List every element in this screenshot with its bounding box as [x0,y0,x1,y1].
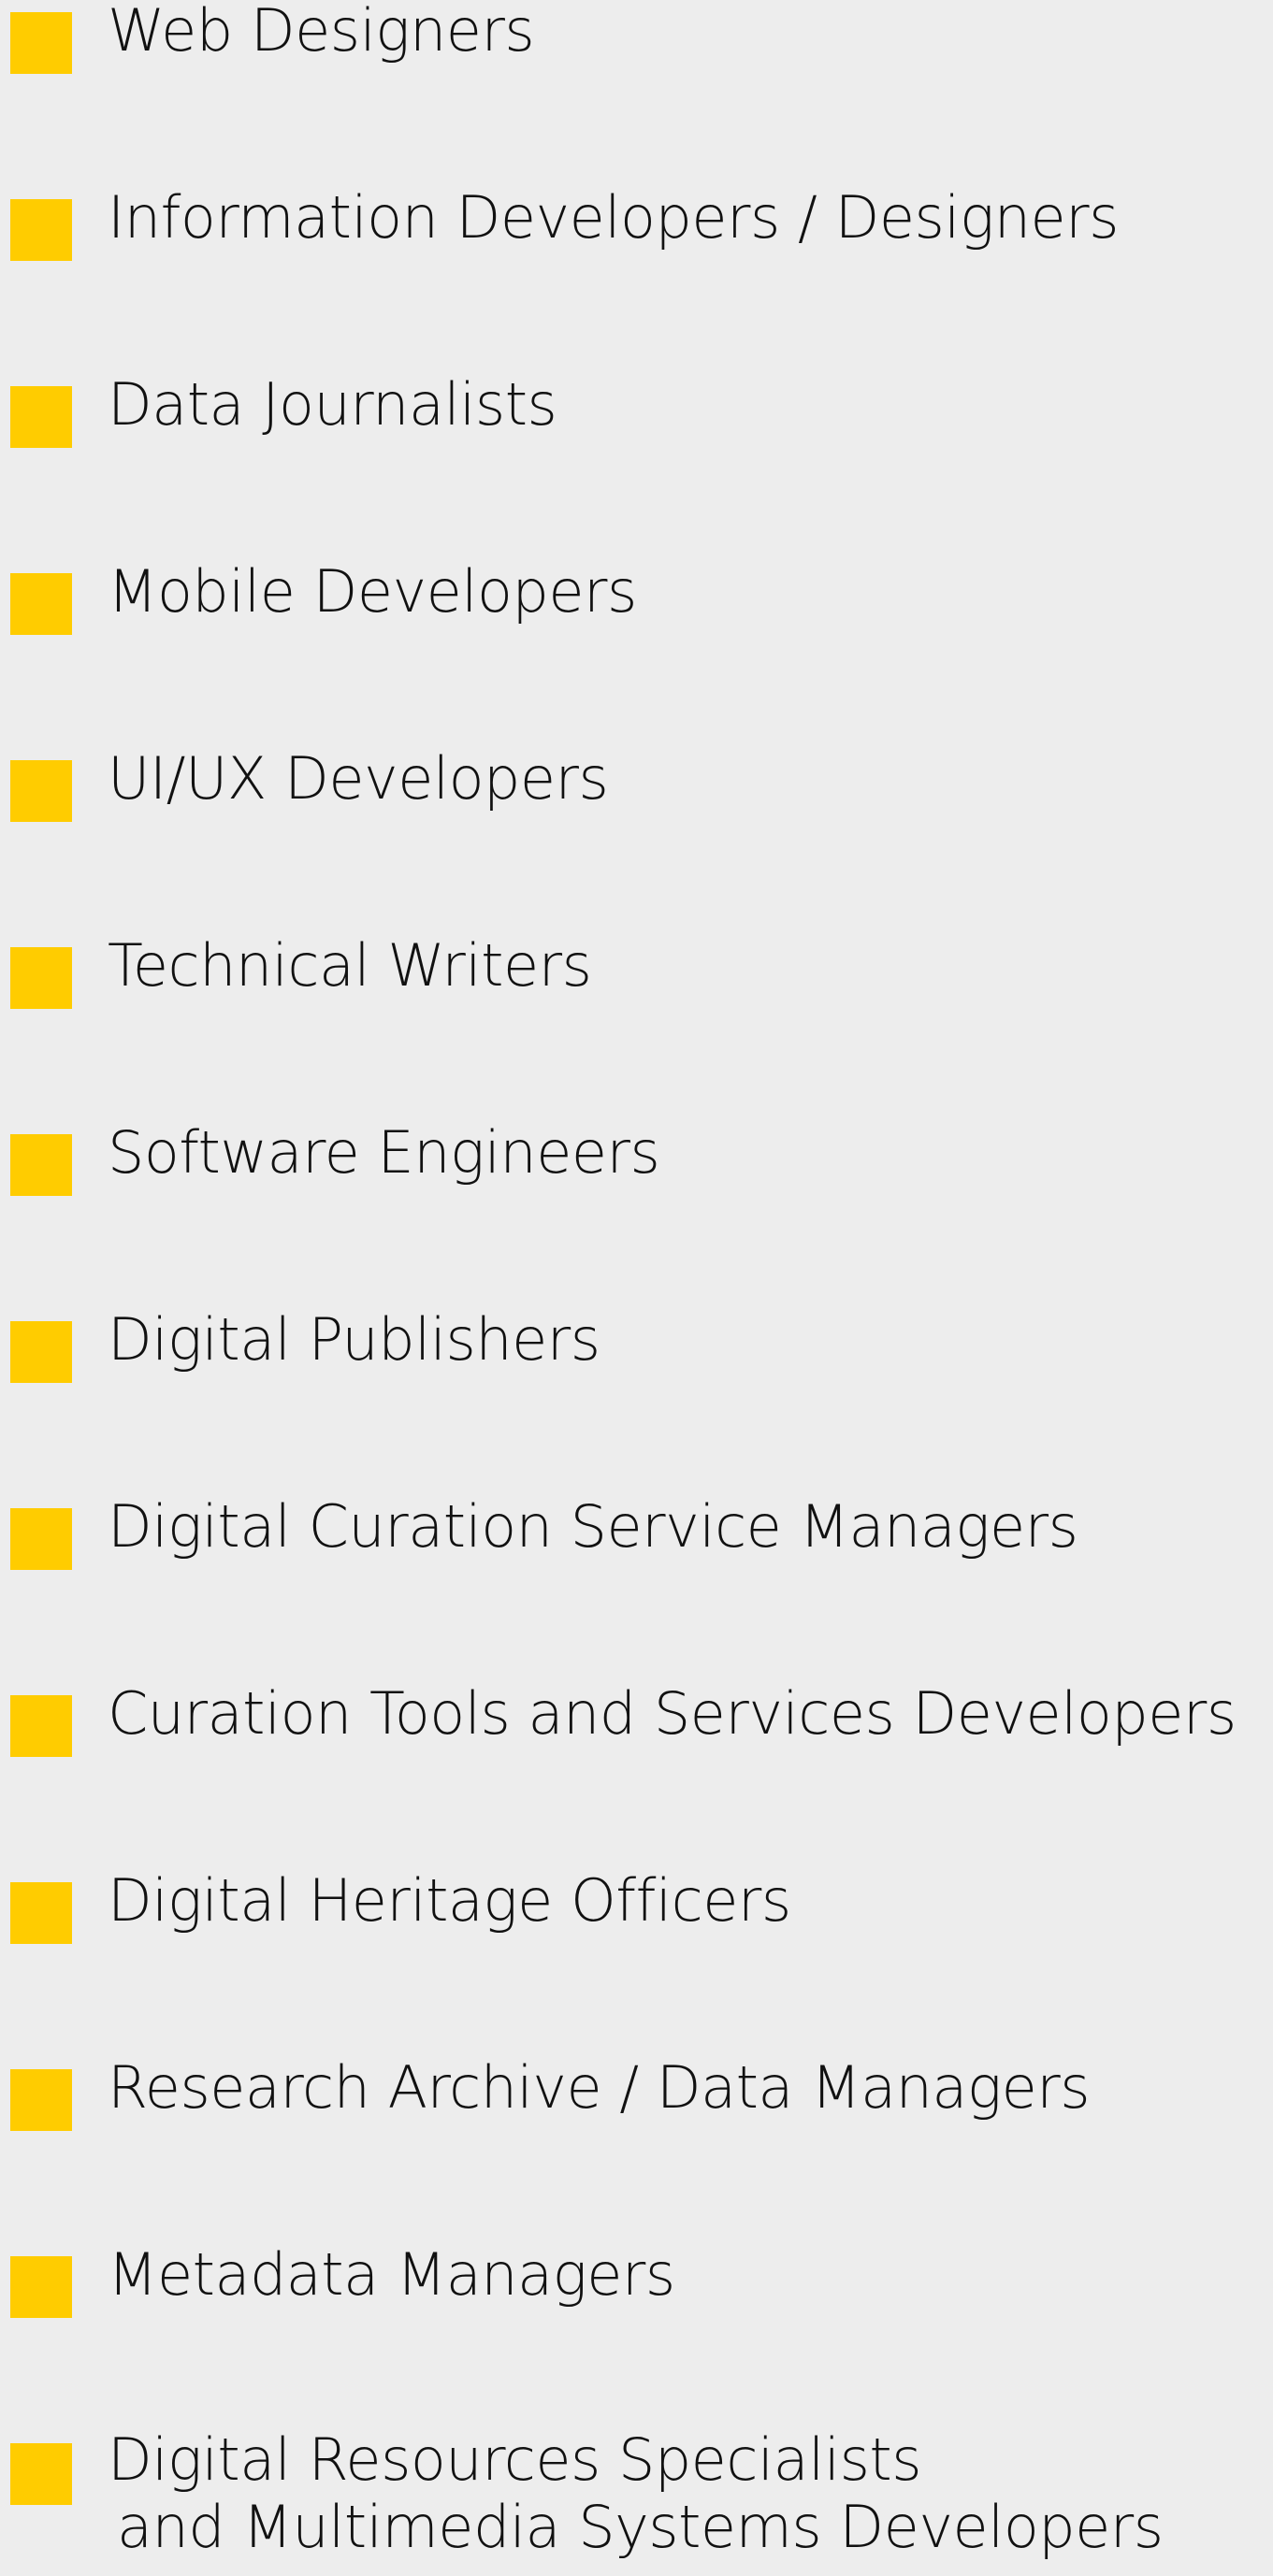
yellow-square-bullet-icon [10,1695,72,1757]
list-item-label: Data Journalists [108,370,557,439]
yellow-square-bullet-icon [10,12,72,74]
list-item-label: Software Engineers [108,1118,660,1187]
list-item: Curation Tools and Services Developers [0,1685,1273,1807]
list-item-label-line-2: and Multimedia Systems Developers [117,2493,1164,2561]
list-item-label: Mobile Developers [108,557,637,626]
list-item-label: Metadata Managers [108,2240,675,2309]
yellow-square-bullet-icon [10,1321,72,1383]
yellow-square-bullet-icon [10,1134,72,1196]
yellow-square-bullet-icon [10,1882,72,1944]
list-item-label: Technical Writers [108,931,592,1000]
yellow-square-bullet-icon [10,2443,72,2505]
list-item-label: Digital Curation Service Managers [108,1492,1078,1561]
audience-list: Web Designers Information Developers / D… [0,0,1273,2576]
list-item-label: Web Designers [108,0,535,65]
yellow-square-bullet-icon [10,199,72,261]
yellow-square-bullet-icon [10,573,72,635]
yellow-square-bullet-icon [10,947,72,1009]
yellow-square-bullet-icon [10,760,72,822]
list-item-label-line-1: Digital Resources Specialists [108,2425,922,2494]
list-item-label: Digital Resources Specialists and Multim… [108,2426,1258,2561]
yellow-square-bullet-icon [10,386,72,448]
list-item: Metadata Managers [0,2246,1273,2368]
list-item: Digital Curation Service Managers [0,1498,1273,1620]
yellow-square-bullet-icon [10,2069,72,2131]
list-item: Software Engineers [0,1124,1273,1246]
list-item: UI/UX Developers [0,750,1273,872]
list-item: Digital Publishers [0,1311,1273,1433]
list-item-label: UI/UX Developers [108,744,609,813]
yellow-square-bullet-icon [10,2256,72,2318]
list-item-label: Digital Publishers [108,1305,600,1374]
list-item: Research Archive / Data Managers [0,2059,1273,2181]
list-item: Data Journalists [0,376,1273,498]
yellow-square-bullet-icon [10,1508,72,1570]
list-item-label: Digital Heritage Officers [108,1866,791,1935]
list-item: Web Designers [0,2,1273,124]
list-item: Digital Resources Specialists and Multim… [0,2426,1273,2561]
list-item-label: Curation Tools and Services Developers [108,1679,1237,1748]
list-item: Information Developers / Designers [0,189,1273,311]
list-item: Mobile Developers [0,563,1273,685]
list-item: Technical Writers [0,937,1273,1059]
list-item: Digital Heritage Officers [0,1872,1273,1994]
list-item-label: Research Archive / Data Managers [108,2053,1091,2122]
list-item-label: Information Developers / Designers [108,183,1119,252]
